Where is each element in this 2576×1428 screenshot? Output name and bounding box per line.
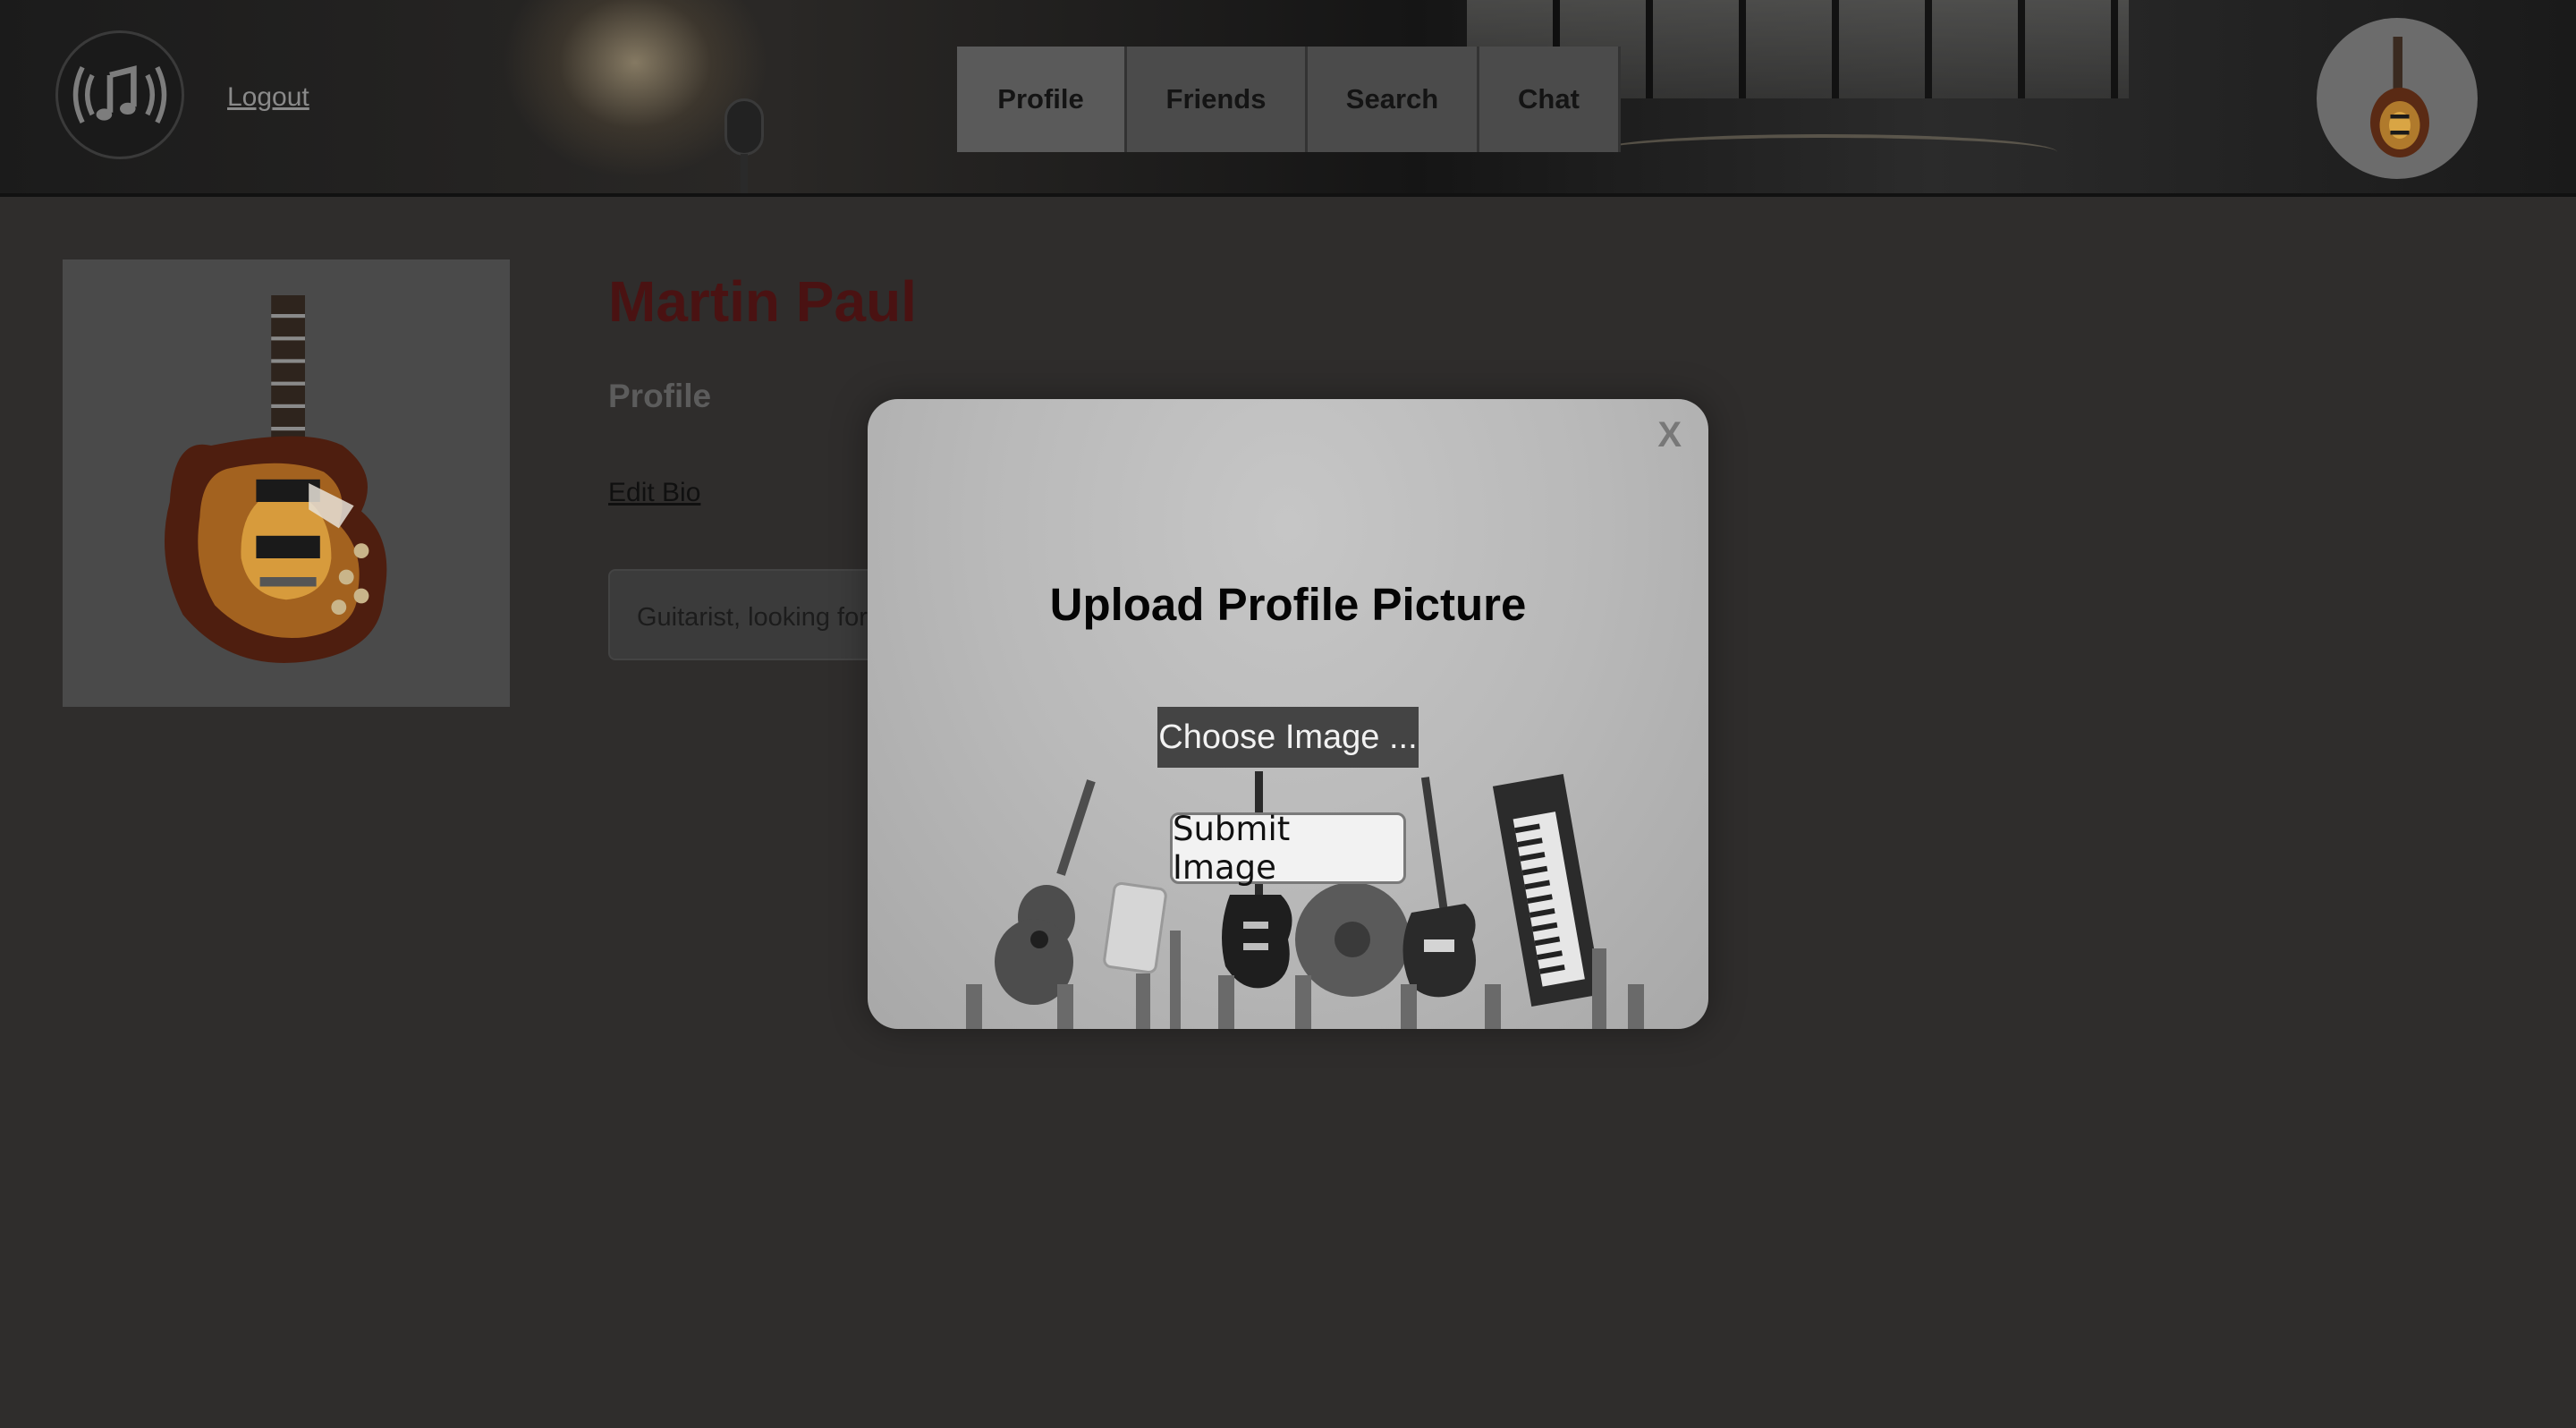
profile-photo[interactable] (63, 259, 510, 707)
close-modal-button[interactable]: X (1657, 415, 1682, 455)
tab-chat[interactable]: Chat (1479, 47, 1621, 152)
stage-spotlight (501, 0, 769, 179)
instruments-background-illustration (966, 771, 1644, 1029)
edit-bio-link[interactable]: Edit Bio (608, 478, 700, 508)
profile-name: Martin Paul (608, 269, 917, 334)
modal-title: Upload Profile Picture (1049, 579, 1527, 630)
microphone-stand-decoration (741, 154, 748, 193)
microphone-decoration (724, 98, 764, 156)
music-note-broadcast-icon[interactable] (55, 30, 184, 159)
logout-link[interactable]: Logout (227, 82, 309, 113)
guitar-avatar-icon[interactable] (2317, 18, 2478, 179)
main-nav: Profile Friends Search Chat (957, 47, 1621, 152)
submit-image-button[interactable]: Submit Image (1170, 810, 1406, 887)
tab-profile[interactable]: Profile (957, 47, 1127, 152)
choose-image-button[interactable]: Choose Image ... (1157, 707, 1419, 768)
profile-section-title: Profile (608, 378, 712, 414)
upload-profile-picture-modal: X Upload Profile Picture Choose Image ..… (868, 399, 1708, 1029)
electric-guitar-icon (164, 295, 387, 663)
tab-friends[interactable]: Friends (1127, 47, 1308, 152)
cymbal-decoration (1592, 134, 2057, 170)
top-header: Logout Profile Friends Search Chat (0, 0, 2576, 197)
tab-search[interactable]: Search (1308, 47, 1479, 152)
